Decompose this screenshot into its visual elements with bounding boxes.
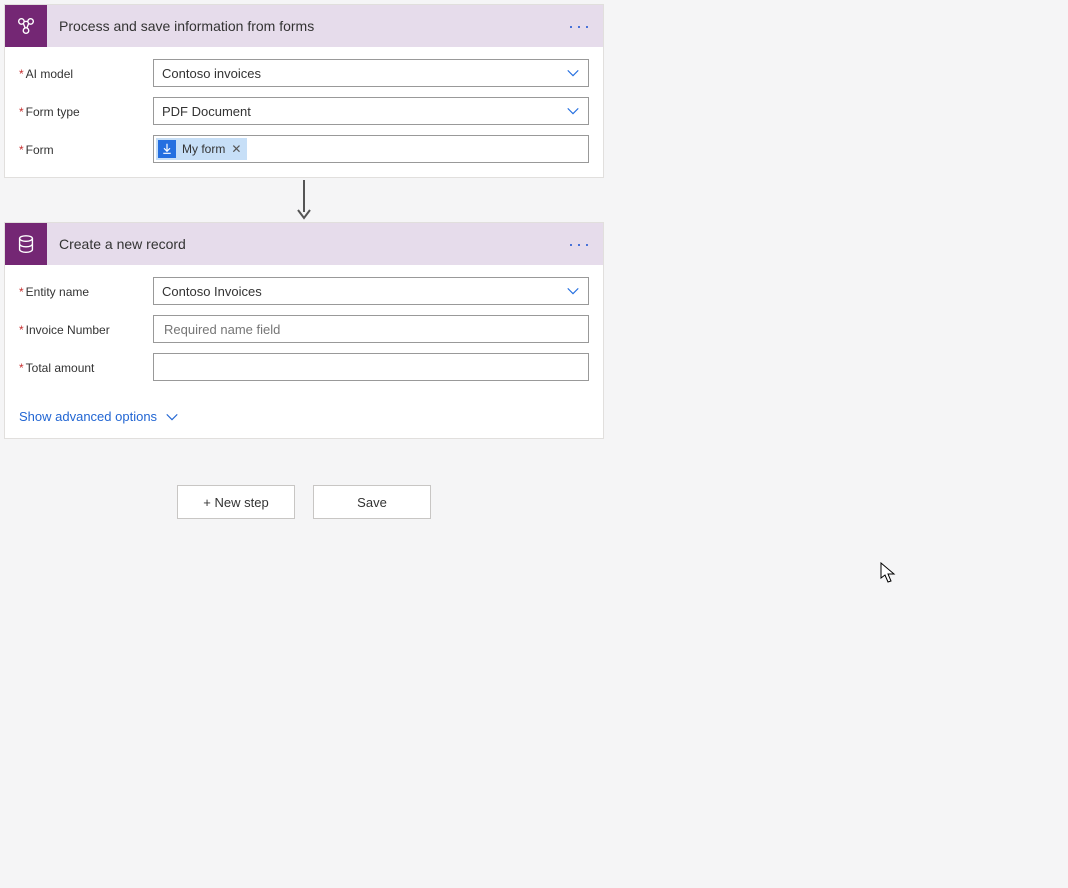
total-amount-input[interactable] xyxy=(153,353,589,381)
ai-model-select[interactable]: Contoso invoices xyxy=(153,59,589,87)
invoice-number-input[interactable] xyxy=(153,315,589,343)
chevron-down-icon xyxy=(566,66,580,80)
step-process-forms: Process and save information from forms … xyxy=(4,4,604,178)
form-type-select[interactable]: PDF Document xyxy=(153,97,589,125)
mouse-cursor-icon xyxy=(880,562,898,584)
step-create-record: Create a new record ··· *Entity name Con… xyxy=(4,222,604,439)
form-type-label: *Form type xyxy=(19,103,153,119)
step-title: Create a new record xyxy=(47,236,565,252)
entity-name-label: *Entity name xyxy=(19,283,153,299)
save-button[interactable]: Save xyxy=(313,485,431,519)
chevron-down-icon xyxy=(566,284,580,298)
remove-token-icon[interactable]: ✕ xyxy=(231,142,241,156)
form-label: *Form xyxy=(19,141,153,157)
step-header[interactable]: Process and save information from forms … xyxy=(5,5,603,47)
step-menu-button[interactable]: ··· xyxy=(565,21,603,31)
attachment-icon xyxy=(158,140,176,158)
ai-model-label: *AI model xyxy=(19,65,153,81)
entity-name-select[interactable]: Contoso Invoices xyxy=(153,277,589,305)
show-advanced-options-link[interactable]: Show advanced options xyxy=(19,409,179,424)
form-token[interactable]: My form ✕ xyxy=(156,138,247,160)
form-input[interactable]: My form ✕ xyxy=(153,135,589,163)
cds-icon xyxy=(5,223,47,265)
step-header[interactable]: Create a new record ··· xyxy=(5,223,603,265)
chevron-down-icon xyxy=(566,104,580,118)
new-step-button[interactable]: + New step xyxy=(177,485,295,519)
flow-arrow xyxy=(4,178,604,222)
form-token-label: My form xyxy=(182,142,225,156)
step-menu-button[interactable]: ··· xyxy=(565,239,603,249)
invoice-number-label: *Invoice Number xyxy=(19,321,153,337)
chevron-down-icon xyxy=(165,410,179,424)
total-amount-label: *Total amount xyxy=(19,359,153,375)
step-title: Process and save information from forms xyxy=(47,18,565,34)
ai-builder-icon xyxy=(5,5,47,47)
